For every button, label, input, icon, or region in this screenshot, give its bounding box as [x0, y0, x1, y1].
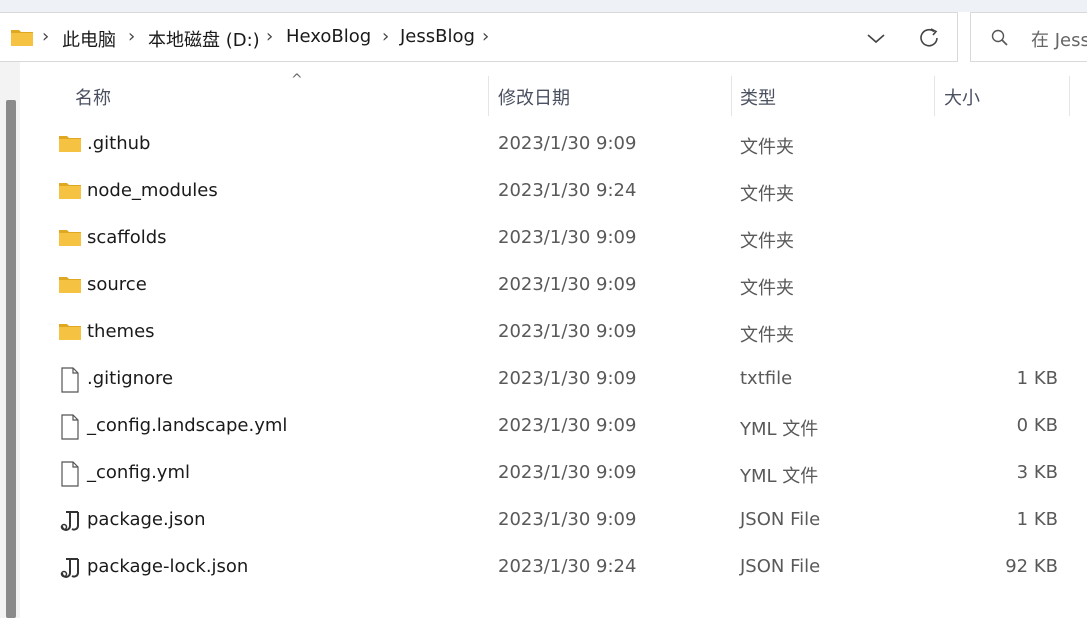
- search-placeholder: 在 Jess: [1031, 30, 1087, 51]
- file-modified-date: 2023/1/30 9:09: [498, 415, 637, 436]
- file-name[interactable]: _config.yml: [87, 462, 190, 483]
- search-icon: [991, 29, 1009, 51]
- file-type: JSON File: [740, 556, 821, 577]
- file-row[interactable]: scaffolds 2023/1/30 9:09 文件夹: [20, 216, 1087, 263]
- file-type: 文件夹: [740, 137, 794, 158]
- file-modified-date: 2023/1/30 9:09: [498, 368, 637, 389]
- column-divider[interactable]: [934, 76, 935, 116]
- file-size: 0 KB: [1016, 415, 1058, 436]
- folder-icon: [58, 134, 82, 158]
- file-type: 文件夹: [740, 278, 794, 299]
- file-type: txtfile: [740, 368, 793, 389]
- chevron-right-icon[interactable]: ›: [266, 26, 273, 47]
- file-modified-date: 2023/1/30 9:09: [498, 274, 637, 295]
- chevron-right-icon[interactable]: ›: [482, 26, 489, 47]
- file-modified-date: 2023/1/30 9:24: [498, 556, 637, 577]
- file-row[interactable]: .github 2023/1/30 9:09 文件夹: [20, 122, 1087, 169]
- file-size: 1 KB: [1016, 368, 1058, 389]
- file-type: 文件夹: [740, 184, 794, 205]
- column-divider[interactable]: [1069, 76, 1070, 116]
- column-divider[interactable]: [488, 76, 489, 116]
- window-top-strip: [0, 0, 1087, 12]
- file-row[interactable]: .gitignore 2023/1/30 9:09 txtfile 1 KB: [20, 357, 1087, 404]
- file-name[interactable]: source: [87, 274, 147, 295]
- folder-icon: [58, 275, 82, 299]
- breadcrumb-item-this-pc[interactable]: 此电脑: [62, 26, 116, 52]
- column-header-date[interactable]: 修改日期: [498, 84, 570, 110]
- file-icon: [60, 414, 80, 444]
- file-row[interactable]: node_modules 2023/1/30 9:24 文件夹: [20, 169, 1087, 216]
- file-type: JSON File: [740, 509, 821, 530]
- file-row[interactable]: source 2023/1/30 9:09 文件夹: [20, 263, 1087, 310]
- chevron-right-icon[interactable]: ›: [128, 26, 135, 47]
- file-row[interactable]: package-lock.json 2023/1/30 9:24 JSON File…: [20, 545, 1087, 592]
- json-file-icon: [58, 556, 82, 584]
- json-file-icon: [58, 509, 82, 537]
- file-name[interactable]: .github: [87, 133, 150, 154]
- folder-icon: [10, 27, 34, 51]
- column-header-size[interactable]: 大小: [944, 84, 980, 110]
- file-type: 文件夹: [740, 231, 794, 252]
- refresh-icon[interactable]: [916, 25, 944, 51]
- file-row[interactable]: _config.yml 2023/1/30 9:09 YML 文件 3 KB: [20, 451, 1087, 498]
- file-modified-date: 2023/1/30 9:09: [498, 462, 637, 483]
- column-header-name[interactable]: 名称: [75, 84, 111, 110]
- folder-icon: [58, 228, 82, 252]
- file-modified-date: 2023/1/30 9:09: [498, 321, 637, 342]
- folder-icon: [58, 181, 82, 205]
- sort-ascending-icon: ^: [291, 72, 303, 88]
- breadcrumb-item-drive[interactable]: 本地磁盘 (D:): [148, 26, 260, 52]
- breadcrumb-item-jessblog[interactable]: JessBlog: [400, 26, 475, 47]
- file-type: YML 文件: [740, 419, 819, 440]
- chevron-right-icon[interactable]: ›: [42, 26, 49, 47]
- address-bar[interactable]: › 此电脑 › 本地磁盘 (D:) › HexoBlog › JessBlog …: [0, 12, 958, 62]
- scrollbar-thumb[interactable]: [6, 100, 16, 618]
- file-icon: [60, 367, 80, 397]
- file-row[interactable]: package.json 2023/1/30 9:09 JSON File 1 KB: [20, 498, 1087, 545]
- file-name[interactable]: package-lock.json: [87, 556, 248, 577]
- file-modified-date: 2023/1/30 9:09: [498, 227, 637, 248]
- file-type: 文件夹: [740, 325, 794, 346]
- file-size: 92 KB: [1005, 556, 1058, 577]
- search-input[interactable]: 在 Jess: [970, 12, 1087, 62]
- file-row[interactable]: _config.landscape.yml 2023/1/30 9:09 YML 文…: [20, 404, 1087, 451]
- chevron-right-icon[interactable]: ›: [382, 26, 389, 47]
- file-size: 3 KB: [1016, 462, 1058, 483]
- file-name[interactable]: themes: [87, 321, 155, 342]
- file-name[interactable]: node_modules: [87, 180, 218, 201]
- file-modified-date: 2023/1/30 9:09: [498, 133, 637, 154]
- column-header-row: ^ 名称 修改日期 类型 大小: [20, 72, 1087, 118]
- file-type: YML 文件: [740, 466, 819, 487]
- file-icon: [60, 461, 80, 491]
- vertical-scrollbar[interactable]: [0, 62, 20, 618]
- file-modified-date: 2023/1/30 9:09: [498, 509, 637, 530]
- file-name[interactable]: _config.landscape.yml: [87, 415, 287, 436]
- column-header-type[interactable]: 类型: [740, 84, 776, 110]
- breadcrumb-item-hexoblog[interactable]: HexoBlog: [286, 26, 371, 47]
- file-row[interactable]: themes 2023/1/30 9:09 文件夹: [20, 310, 1087, 357]
- file-name[interactable]: .gitignore: [87, 368, 173, 389]
- file-modified-date: 2023/1/30 9:24: [498, 180, 637, 201]
- chevron-down-icon[interactable]: [862, 26, 890, 50]
- column-divider[interactable]: [731, 76, 732, 116]
- folder-icon: [58, 322, 82, 346]
- file-name[interactable]: package.json: [87, 509, 206, 530]
- file-size: 1 KB: [1016, 509, 1058, 530]
- file-name[interactable]: scaffolds: [87, 227, 167, 248]
